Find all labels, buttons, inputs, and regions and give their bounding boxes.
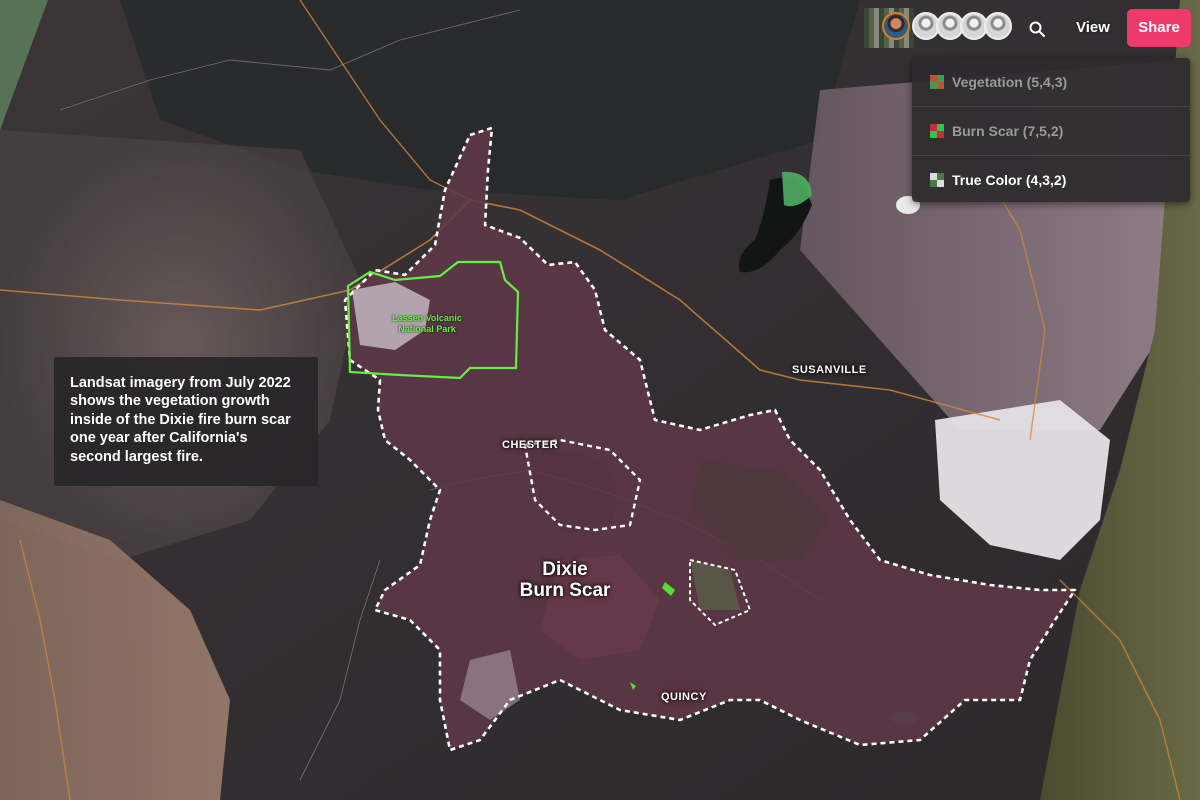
search-icon: [1029, 21, 1045, 37]
band-composite-icon: [930, 173, 944, 187]
park-label-line2: National Park: [398, 323, 456, 334]
park-label-line1: Lassen Volcanic: [392, 313, 462, 323]
menu-item-label: Burn Scar (7,5,2): [952, 123, 1064, 139]
band-composite-menu: Vegetation (5,4,3) Burn Scar (7,5,2) Tru…: [912, 58, 1190, 202]
place-label-quincy: QUINCY: [661, 691, 707, 703]
collaborator-avatar[interactable]: [984, 12, 1012, 40]
collaborator-avatar[interactable]: [882, 12, 910, 40]
park-label: Lassen Volcanic National Park: [382, 313, 472, 335]
search-button[interactable]: [1024, 16, 1050, 42]
caption-text: Landsat imagery from July 2022 shows the…: [70, 375, 291, 465]
burn-scar-label-line1: Dixie: [542, 559, 588, 580]
place-label-susanville: SUSANVILLE: [792, 364, 867, 376]
menu-item-true-color[interactable]: True Color (4,3,2): [912, 156, 1190, 204]
menu-item-vegetation[interactable]: Vegetation (5,4,3): [912, 58, 1190, 107]
place-label-chester: CHESTER: [502, 439, 559, 451]
menu-item-burn-scar[interactable]: Burn Scar (7,5,2): [912, 107, 1190, 156]
menu-item-label: Vegetation (5,4,3): [952, 74, 1068, 90]
view-button[interactable]: View: [1070, 14, 1116, 42]
burn-scar-label-line2: Burn Scar: [519, 579, 611, 601]
caption-box: Landsat imagery from July 2022 shows the…: [54, 357, 318, 486]
share-button[interactable]: Share: [1127, 9, 1191, 47]
band-composite-icon: [930, 75, 944, 89]
band-composite-icon: [930, 124, 944, 138]
menu-item-label: True Color (4,3,2): [952, 172, 1067, 188]
burn-scar-label: Dixie Burn Scar: [505, 559, 625, 602]
